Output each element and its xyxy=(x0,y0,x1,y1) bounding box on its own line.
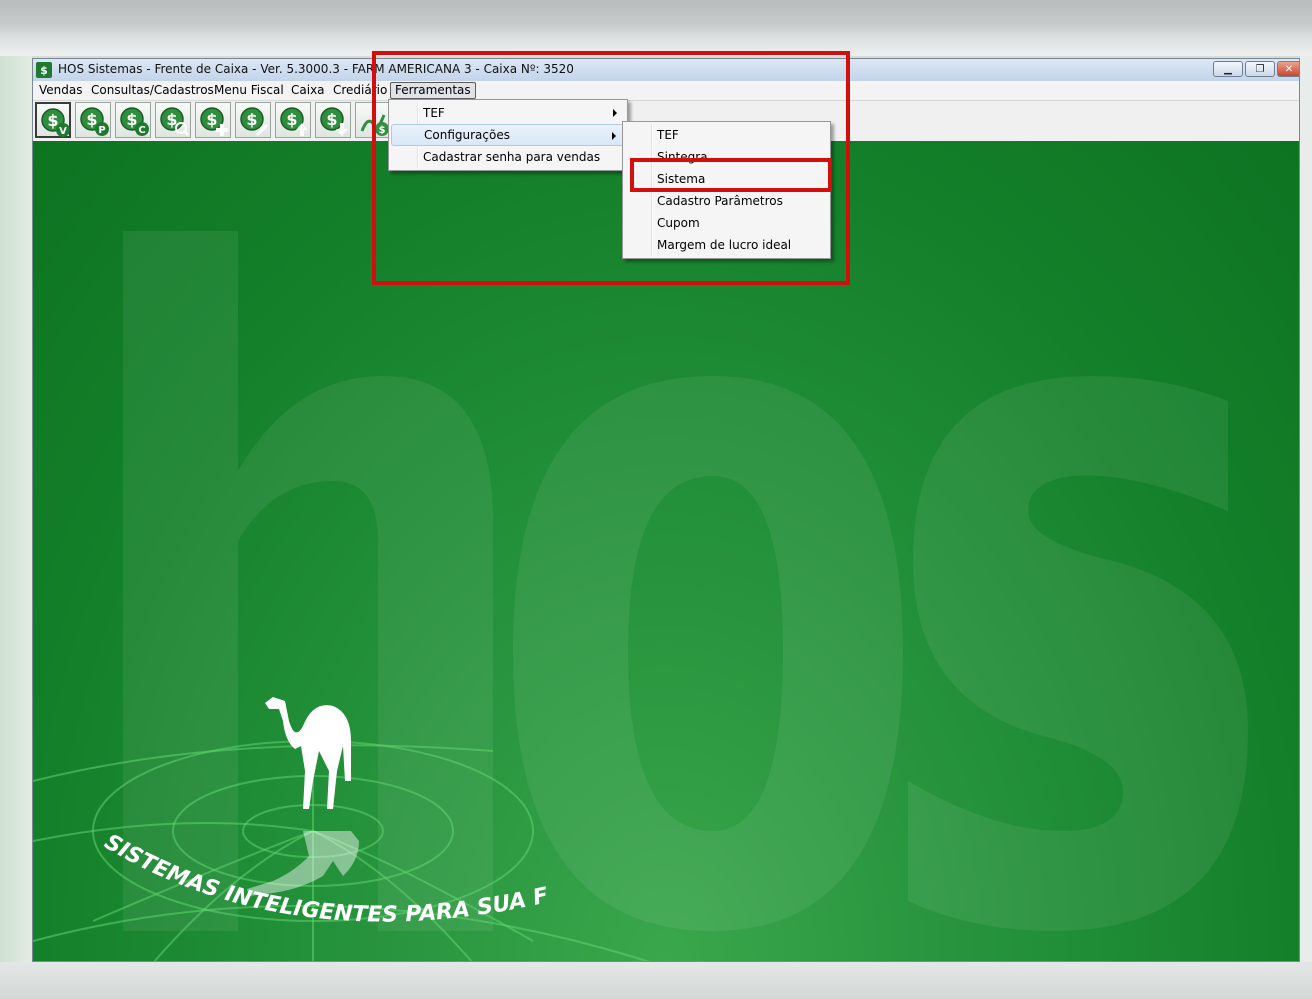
menu-vendas[interactable]: Vendas xyxy=(35,83,87,98)
main-workspace: SISTEMAS INTELIGENTES PARA SUA FARMÁCIA xyxy=(33,141,1299,961)
toolbar-button-c[interactable]: $ C xyxy=(115,102,151,138)
toolbar-button-add[interactable]: $ xyxy=(195,102,231,138)
ferramentas-item-configuracoes[interactable]: Configurações xyxy=(391,124,625,146)
config-item-cupom[interactable]: Cupom xyxy=(625,212,828,234)
menu-ferramentas[interactable]: Ferramentas xyxy=(390,82,476,99)
submenu-arrow-icon xyxy=(612,132,616,140)
toolbar-button-up[interactable]: $ xyxy=(275,102,311,138)
restore-button[interactable]: ❐ xyxy=(1245,61,1275,77)
ferramentas-item-cadastrar-senha[interactable]: Cadastrar senha para vendas xyxy=(391,146,625,168)
restore-icon: ❐ xyxy=(1255,63,1265,75)
app-icon: $ xyxy=(36,62,52,78)
minimize-button[interactable]: ▁ xyxy=(1213,61,1243,77)
blurred-desktop-right xyxy=(1300,56,1312,999)
config-item-sistema[interactable]: Sistema xyxy=(625,168,828,190)
menu-item-label: TEF xyxy=(423,106,445,120)
svg-text:$: $ xyxy=(379,125,386,136)
minimize-icon: ▁ xyxy=(1224,63,1232,75)
svg-text:$: $ xyxy=(286,110,297,129)
menu-item-label: Configurações xyxy=(424,128,510,142)
menu-bar: Vendas Consultas/Cadastros Menu Fiscal C… xyxy=(33,81,1299,101)
config-item-margem-lucro[interactable]: Margem de lucro ideal xyxy=(625,234,828,256)
dollar-edit-icon: $ xyxy=(240,107,269,137)
hos-logo-background: SISTEMAS INTELIGENTES PARA SUA FARMÁCIA xyxy=(33,141,1248,961)
menu-consultas-cadastros[interactable]: Consultas/Cadastros xyxy=(87,83,218,98)
toolbar-button-p[interactable]: $ P xyxy=(75,102,111,138)
blurred-desktop-top xyxy=(0,0,1312,56)
dollar-v-icon: $ V xyxy=(41,108,70,137)
svg-text:$: $ xyxy=(40,64,48,77)
menu-menu-fiscal[interactable]: Menu Fiscal xyxy=(210,83,288,98)
toolbar-button-vendas[interactable]: $ V xyxy=(35,102,71,138)
menu-item-label: Cadastrar senha para vendas xyxy=(423,150,601,164)
ferramentas-dropdown: TEF Configurações Cadastrar senha para v… xyxy=(388,99,628,171)
blurred-desktop-left xyxy=(0,56,32,999)
dollar-search-icon: $ xyxy=(160,107,189,136)
svg-text:P: P xyxy=(98,125,105,136)
config-item-sintegra[interactable]: Sintegra xyxy=(625,146,828,168)
dollar-p-icon: $ P xyxy=(80,107,109,136)
menu-crediario[interactable]: Crediário xyxy=(329,83,391,98)
submenu-arrow-icon xyxy=(613,109,617,117)
blurred-taskbar xyxy=(0,962,1312,999)
close-button[interactable]: ✕ xyxy=(1277,61,1299,77)
toolbar-button-search[interactable]: $ xyxy=(155,102,191,138)
svg-text:$: $ xyxy=(326,110,337,129)
close-icon: ✕ xyxy=(1284,63,1294,75)
toolbar-button-edit[interactable]: $ xyxy=(235,102,271,138)
configuracoes-submenu: TEF Sintegra Sistema Cadastro Parâmetros… xyxy=(622,121,831,259)
svg-text:V: V xyxy=(59,126,67,137)
dollar-up-icon: $ xyxy=(280,107,308,136)
dollar-exit-icon: $ xyxy=(360,114,389,136)
toolbar-button-down[interactable]: $ xyxy=(315,102,351,138)
toolbar-button-exit[interactable]: $ xyxy=(355,102,391,138)
menu-caixa[interactable]: Caixa xyxy=(287,83,329,98)
svg-text:$: $ xyxy=(206,110,217,129)
dollar-plus-icon: $ xyxy=(200,107,228,136)
dollar-down-icon: $ xyxy=(320,107,348,136)
ferramentas-item-tef[interactable]: TEF xyxy=(391,102,625,124)
config-item-cadastro-parametros[interactable]: Cadastro Parâmetros xyxy=(625,190,828,212)
svg-text:C: C xyxy=(138,125,145,136)
config-item-tef[interactable]: TEF xyxy=(625,124,828,146)
window-title: HOS Sistemas - Frente de Caixa - Ver. 5.… xyxy=(58,62,574,76)
svg-text:$: $ xyxy=(246,110,257,129)
title-bar: $ HOS Sistemas - Frente de Caixa - Ver. … xyxy=(33,59,1299,82)
dollar-c-icon: $ C xyxy=(120,107,149,136)
